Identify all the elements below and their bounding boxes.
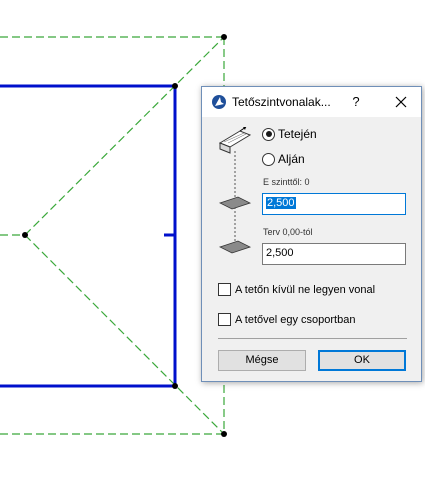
project-zero-label: Terv 0,00-tól (263, 227, 313, 237)
roof-ridge-lines (0, 36, 225, 435)
close-button[interactable] (390, 91, 412, 113)
divider (218, 338, 407, 339)
project-zero-value: 2,500 (266, 247, 294, 259)
vertex-markers (22, 34, 227, 437)
level-plane-icon-bottom (218, 240, 252, 254)
roof-level-lines-dialog: Tetőszintvonalak... ? Tetején Alján E sz… (201, 86, 422, 382)
no-line-outside-roof-label: A tetőn kívül ne legyen vonal (235, 283, 376, 296)
level-plane-icon-top (218, 196, 252, 210)
radio-bottom-indicator[interactable] (262, 152, 275, 166)
close-icon (395, 96, 407, 108)
story-offset-label: E szinttől: 0 (263, 177, 310, 187)
project-zero-input[interactable]: 2,500 (262, 243, 406, 265)
cancel-button[interactable]: Mégse (218, 350, 306, 371)
no-line-outside-roof-box[interactable] (218, 283, 231, 296)
roof-outline (0, 36, 225, 435)
ok-button[interactable]: OK (318, 350, 406, 371)
story-offset-value: 2,500 (266, 197, 296, 209)
radio-top-label: Tetején (278, 127, 317, 141)
roof-slab-icon (218, 127, 252, 154)
no-line-outside-roof-checkbox[interactable]: A tetőn kívül ne legyen vonal (218, 283, 375, 296)
dialog-titlebar[interactable]: Tetőszintvonalak... ? (202, 87, 421, 117)
dialog-title: Tetőszintvonalak... (232, 95, 331, 109)
group-with-roof-checkbox[interactable]: A tetővel egy csoportban (218, 313, 355, 326)
radio-top[interactable]: Tetején (262, 127, 317, 141)
radio-bottom[interactable]: Alján (262, 152, 305, 166)
help-button[interactable]: ? (347, 92, 365, 112)
radio-bottom-label: Alján (278, 152, 305, 166)
group-with-roof-box[interactable] (218, 313, 231, 326)
archicad-app-icon (212, 95, 226, 109)
roof-level-diagram-icon (218, 127, 252, 254)
group-with-roof-label: A tetővel egy csoportban (235, 313, 356, 326)
radio-top-indicator[interactable] (262, 127, 275, 141)
story-offset-input[interactable]: 2,500 (262, 193, 406, 215)
